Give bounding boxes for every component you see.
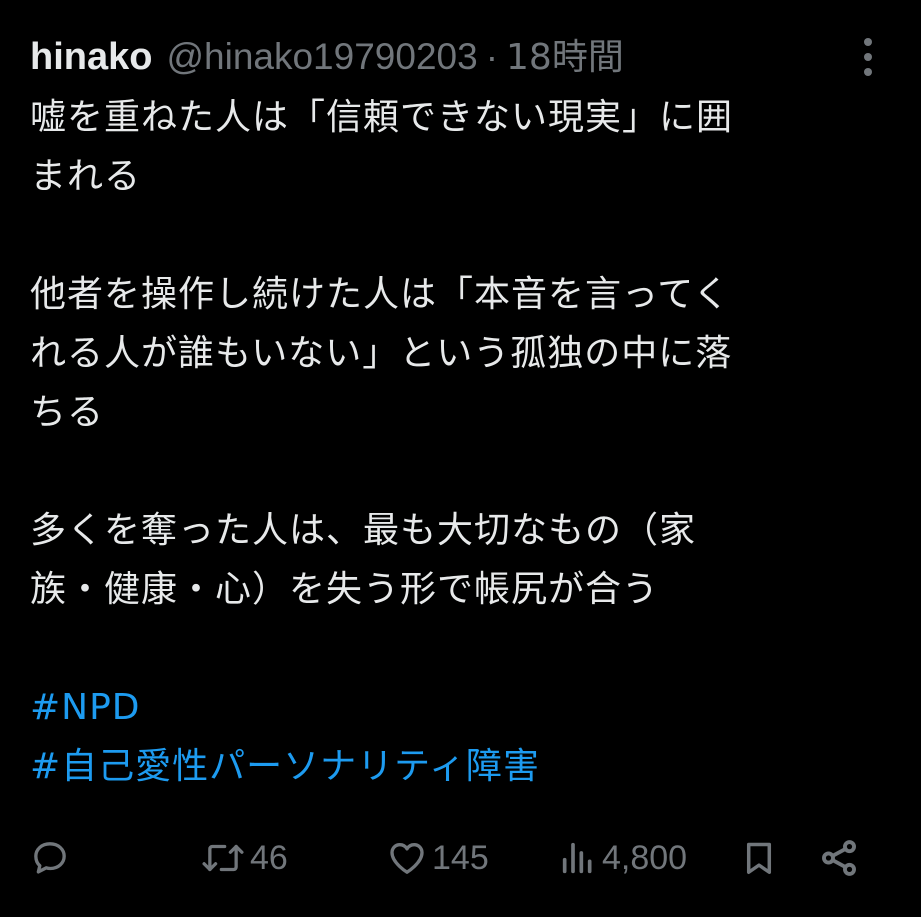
text-line: 嘘を重ねた人は「信頼できない現実」に囲: [30, 97, 734, 138]
views-count: 4,800: [602, 838, 688, 877]
user-handle[interactable]: @hinako19790203: [166, 36, 477, 78]
retweet-count: 46: [250, 838, 288, 877]
views-button[interactable]: 4,800: [558, 834, 687, 882]
share-button[interactable]: [818, 834, 860, 882]
views-icon: [558, 838, 598, 878]
more-options-icon[interactable]: [858, 38, 878, 76]
text-line: れる人が誰もいない」という孤独の中に落: [30, 333, 733, 374]
header-separator: ·: [485, 36, 499, 77]
hashtag-link[interactable]: #NPD: [30, 678, 890, 737]
tweet-header: hinako @hinako19790203 · 18時間: [30, 28, 890, 84]
hashtag-link[interactable]: #自己愛性パーソナリティ障害: [30, 737, 890, 796]
text-line: ちる: [30, 392, 105, 433]
reply-icon: [30, 838, 70, 878]
hashtags: #NPD #自己愛性パーソナリティ障害: [30, 678, 890, 796]
tweet-text: 嘘を重ねた人は「信頼できない現実」に囲 まれる 他者を操作し続けた人は「本音を言…: [30, 88, 890, 796]
retweet-button[interactable]: 46: [200, 834, 288, 882]
display-name[interactable]: hinako: [30, 36, 152, 79]
text-line: 他者を操作し続けた人は「本音を言ってく: [30, 274, 731, 315]
like-count: 145: [432, 838, 489, 877]
text-line: まれる: [30, 156, 142, 197]
reply-button[interactable]: [30, 834, 70, 882]
bookmark-icon: [740, 837, 778, 879]
text-line: 多くを奪った人は、最も大切なもの（家: [30, 510, 697, 551]
paragraph: 嘘を重ねた人は「信頼できない現実」に囲 まれる: [30, 88, 890, 206]
action-bar: 46 145 4,800: [30, 834, 870, 882]
share-icon: [818, 837, 860, 879]
like-button[interactable]: 145: [386, 834, 489, 882]
bookmark-button[interactable]: [740, 834, 778, 882]
tweet: hinako @hinako19790203 · 18時間 嘘を重ねた人は「信頼…: [30, 28, 890, 796]
heart-icon: [386, 838, 428, 878]
paragraph: 他者を操作し続けた人は「本音を言ってく れる人が誰もいない」という孤独の中に落 …: [30, 265, 890, 442]
text-line: 族・健康・心）を失う形で帳尻が合う: [30, 569, 660, 610]
retweet-icon: [200, 838, 246, 878]
paragraph: 多くを奪った人は、最も大切なもの（家 族・健康・心）を失う形で帳尻が合う: [30, 501, 890, 619]
post-time[interactable]: 18時間: [506, 28, 624, 80]
